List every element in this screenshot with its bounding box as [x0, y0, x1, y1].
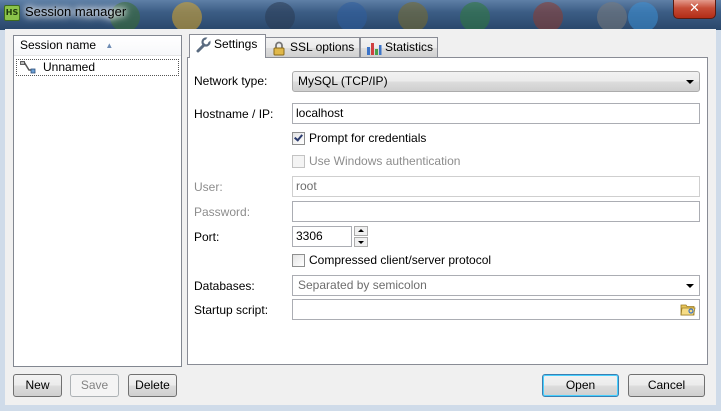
hostname-input[interactable]: localhost — [292, 103, 700, 124]
checkbox-box — [292, 155, 305, 168]
tab-statistics[interactable]: Statistics — [360, 37, 438, 58]
desktop-background-icon — [337, 2, 367, 30]
chevron-down-icon — [686, 284, 694, 288]
databases-select[interactable]: Separated by semicolon — [292, 275, 700, 296]
desktop-background-icon — [265, 2, 295, 30]
compressed-protocol-checkbox[interactable]: Compressed client/server protocol — [292, 253, 491, 269]
compressed-protocol-label: Compressed client/server protocol — [309, 253, 492, 267]
windows-auth-label: Use Windows authentication — [309, 154, 461, 168]
settings-panel: Network type: MySQL (TCP/IP) Hostname / … — [187, 57, 708, 365]
user-input[interactable]: root — [292, 176, 700, 197]
session-name-column-label: Session name — [20, 38, 97, 52]
chevron-down-icon — [686, 80, 694, 84]
desktop-background-icon — [398, 2, 428, 30]
arrow-down-icon — [358, 241, 364, 244]
session-list-header[interactable]: Session name ▲ — [14, 36, 181, 56]
session-list[interactable]: Session name ▲ Unnamed — [13, 35, 182, 367]
hostname-value: localhost — [296, 106, 344, 120]
app-icon: HS — [4, 5, 20, 21]
port-stepper — [354, 226, 368, 247]
delete-button[interactable]: Delete — [128, 374, 177, 397]
tab-settings-label: Settings — [214, 37, 258, 51]
port-decrement-button[interactable] — [354, 237, 368, 247]
user-value: root — [296, 179, 317, 193]
databases-label: Databases: — [194, 279, 255, 293]
port-increment-button[interactable] — [354, 226, 368, 236]
list-item-session[interactable]: Unnamed — [16, 59, 179, 76]
password-label: Password: — [194, 205, 251, 219]
window-title: Session manager — [25, 4, 127, 19]
arrow-up-icon — [358, 229, 364, 232]
session-item-label: Unnamed — [43, 60, 96, 74]
desktop-background-icon — [533, 2, 563, 30]
startup-script-label: Startup script: — [194, 303, 269, 317]
desktop-background-icon — [628, 2, 658, 30]
desktop-background-icon — [460, 2, 490, 30]
check-mark-icon — [294, 132, 303, 142]
lock-icon — [273, 41, 285, 56]
bar-chart-icon — [367, 43, 382, 55]
network-type-label: Network type: — [194, 74, 268, 88]
wrench-icon — [196, 37, 211, 53]
network-type-value: MySQL (TCP/IP) — [298, 74, 388, 88]
open-button[interactable]: Open — [542, 374, 619, 397]
databases-placeholder: Separated by semicolon — [298, 278, 427, 292]
close-button[interactable]: ✕ — [673, 0, 716, 19]
network-type-select[interactable]: MySQL (TCP/IP) — [292, 71, 700, 92]
desktop-background-icon — [597, 2, 627, 30]
desktop-background-icon — [172, 2, 202, 30]
network-plug-icon — [20, 61, 36, 74]
tab-ssl-options[interactable]: SSL options — [265, 37, 360, 58]
new-button[interactable]: New — [13, 374, 62, 397]
save-button[interactable]: Save — [70, 374, 119, 397]
title-bar[interactable]: HS Session manager ✕ — [0, 0, 721, 30]
checkbox-box — [292, 132, 305, 145]
startup-script-input[interactable] — [292, 299, 700, 320]
sort-ascending-icon: ▲ — [105, 41, 114, 50]
port-label: Port: — [194, 230, 220, 244]
prompt-credentials-label: Prompt for credentials — [309, 131, 427, 145]
prompt-credentials-checkbox[interactable]: Prompt for credentials — [292, 131, 426, 147]
tab-ssl-options-label: SSL options — [290, 40, 355, 54]
folder-open-icon[interactable] — [680, 302, 696, 316]
dialog-body: Session name ▲ Unnamed Settings SSL opti… — [5, 29, 716, 405]
port-value: 3306 — [296, 229, 323, 243]
checkbox-box — [292, 254, 305, 267]
windows-auth-checkbox[interactable]: Use Windows authentication — [292, 154, 460, 170]
tab-settings[interactable]: Settings — [189, 34, 266, 58]
cancel-button[interactable]: Cancel — [628, 374, 705, 397]
user-label: User: — [194, 180, 223, 194]
port-input[interactable]: 3306 — [292, 226, 352, 247]
tab-statistics-label: Statistics — [385, 40, 434, 54]
hostname-label: Hostname / IP: — [194, 107, 274, 121]
password-input[interactable] — [292, 201, 700, 222]
